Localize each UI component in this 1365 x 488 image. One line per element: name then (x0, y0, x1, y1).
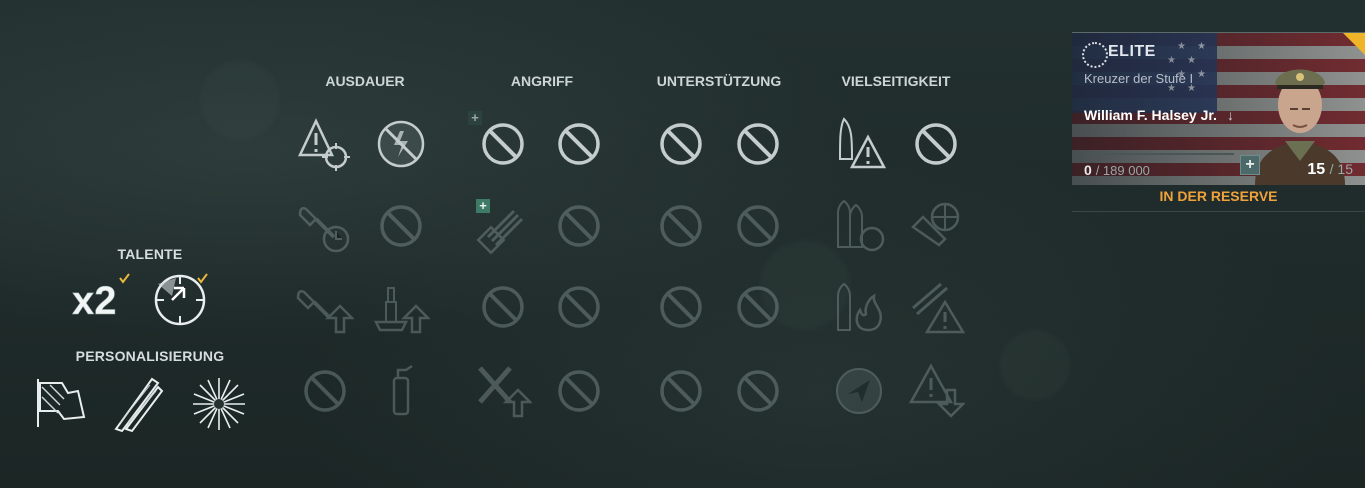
skill-extinguisher-icon[interactable] (372, 362, 430, 420)
skill-prohibited-icon[interactable] (550, 278, 608, 336)
plus-badge: + (468, 111, 482, 125)
commander-rank: Kreuzer der Stufe I (1084, 71, 1194, 86)
skill-shells-timer-icon[interactable] (830, 197, 888, 255)
skill-prohibited-icon[interactable] (907, 115, 965, 173)
xp-progress-bar (1084, 153, 1234, 155)
skill-prohibited-icon[interactable] (550, 197, 608, 255)
add-xp-button[interactable]: + (1240, 155, 1260, 175)
skill-ship-up-icon[interactable] (372, 278, 430, 336)
skill-prohibited-icon[interactable] (652, 115, 710, 173)
skill-prohibited-icon[interactable] (550, 362, 608, 420)
talents-title: TALENTE (117, 246, 183, 262)
skill-prohibited-icon[interactable] (652, 278, 710, 336)
skill-warning-down-icon[interactable] (907, 362, 965, 420)
svg-text:x2: x2 (72, 279, 117, 322)
skill-gun-warning-icon[interactable] (907, 278, 965, 336)
skill-prohibited-icon[interactable] (550, 115, 608, 173)
skill-shell-fire-icon[interactable] (830, 278, 888, 336)
column-header-attack: ANGRIFF (510, 73, 574, 89)
flag-icon[interactable] (34, 375, 90, 431)
skill-prohibited-icon[interactable] (372, 197, 430, 255)
fireworks-icon[interactable] (190, 376, 248, 432)
skill-prohibited-icon[interactable] (729, 278, 787, 336)
reserve-status[interactable]: IN DER RESERVE (1072, 188, 1365, 204)
skill-prohibited-icon[interactable] (652, 362, 710, 420)
skill-shell-warning-icon[interactable] (830, 115, 888, 173)
skill-compass-icon[interactable] (830, 362, 888, 420)
arrow-down-icon: ↓ (1227, 107, 1234, 123)
skill-wrench-timer-icon[interactable] (296, 197, 354, 255)
column-header-versatility: VIELSEITIGKEIT (841, 73, 951, 89)
divider (1072, 211, 1365, 212)
skill-prohibited-icon[interactable] (729, 362, 787, 420)
add-skill-badge[interactable]: + (476, 199, 490, 213)
skill-wrench-up-icon[interactable] (296, 278, 354, 336)
skill-no-fire-icon[interactable] (372, 115, 430, 173)
skill-cross-up-icon[interactable] (474, 362, 532, 420)
x2-multiplier-icon[interactable]: x2 (70, 272, 130, 322)
camouflage-brush-icon[interactable] (108, 373, 164, 433)
column-header-support: UNTERSTÜTZUNG (656, 73, 782, 89)
skill-warning-target-icon[interactable] (296, 115, 354, 173)
elite-label: ELITE (1108, 43, 1156, 60)
skill-points-readout: 15 / 15 (1307, 161, 1353, 178)
dispersion-target-icon[interactable] (150, 270, 212, 328)
skill-prohibited-icon[interactable] (652, 197, 710, 255)
skill-prohibited-icon[interactable] (729, 197, 787, 255)
background-blur (200, 60, 280, 140)
background-blur (1000, 330, 1070, 400)
elite-wreath-icon (1082, 42, 1108, 68)
premium-corner-marker (1343, 33, 1365, 55)
commander-card[interactable]: ★★ ★★ ★★ ★★ ELITE Kreuzer der Stufe I Wi… (1072, 32, 1365, 185)
xp-readout: 0 / 189 000 (1084, 162, 1150, 178)
personalization-title: PERSONALISIERUNG (75, 348, 225, 364)
skill-prohibited-icon[interactable]: + (468, 111, 532, 173)
column-header-endurance: AUSDAUER (325, 73, 405, 89)
skill-prohibited-icon[interactable] (729, 115, 787, 173)
skill-prohibited-icon[interactable] (296, 362, 354, 420)
skill-prohibited-icon[interactable] (474, 278, 532, 336)
commander-name: William F. Halsey Jr. (1084, 107, 1217, 123)
skill-wheel-wrench-icon[interactable] (907, 197, 965, 255)
